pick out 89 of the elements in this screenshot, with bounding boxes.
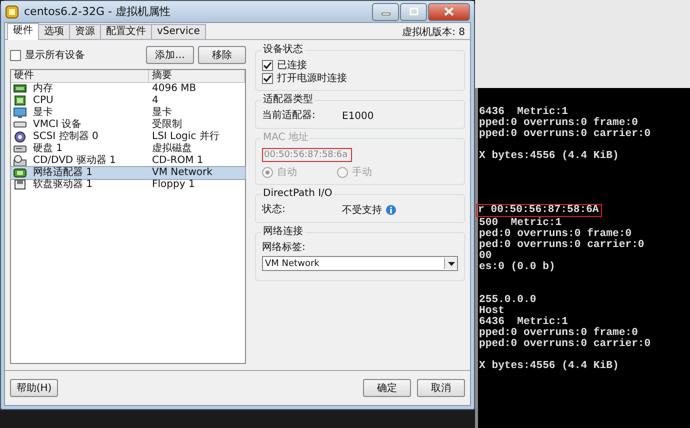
device-name: 网络适配器 1 <box>33 167 93 179</box>
table-row[interactable]: CPU 4 <box>11 95 245 107</box>
device-summary: Floppy 1 <box>151 179 196 191</box>
tab[interactable]: vService <box>151 24 206 39</box>
checkbox-label: 打开电源时连接 <box>277 72 347 85</box>
device-summary: 受限制 <box>151 119 183 131</box>
device-summary: CD-ROM 1 <box>151 155 204 167</box>
tab[interactable]: 资源 <box>69 24 101 39</box>
info-icon <box>386 205 396 215</box>
device-name: 硬盘 1 <box>33 143 63 155</box>
terminal-line: pped:0 overruns:0 carrier:0 <box>478 129 651 140</box>
terminal-line: 6436 Metric:1 <box>478 107 568 118</box>
chip-icon <box>13 95 27 107</box>
group-title: DirectPath I/O <box>261 188 334 200</box>
table-row[interactable]: SCSI 控制器 0 LSI Logic 并行 <box>11 131 245 143</box>
network-dropdown[interactable]: VM Network <box>262 256 458 271</box>
device-name: 软盘驱动器 1 <box>33 179 93 191</box>
disc-icon <box>13 131 27 143</box>
table-row[interactable]: 内存 4096 MB <box>11 83 245 95</box>
device-name: VMCI 设备 <box>33 119 82 130</box>
field-value: 不受支持 <box>342 204 382 216</box>
column-header[interactable]: 摘要 <box>149 70 245 82</box>
terminal-line: X bytes:4556 (4.4 KiB) <box>478 151 619 162</box>
table-row[interactable]: 网络适配器 1 VM Network <box>11 167 245 179</box>
table-row[interactable]: 软盘驱动器 1 Floppy 1 <box>11 179 245 191</box>
floppy-drive-icon <box>13 179 27 191</box>
maximize-button[interactable] <box>400 2 427 20</box>
terminal-line: pped:0 overruns:0 carrier:0 <box>478 339 651 350</box>
checkbox-label: 已连接 <box>277 59 307 72</box>
group-title: MAC 地址 <box>261 132 310 144</box>
radio-label: 自动 <box>277 166 297 179</box>
device-summary: VM Network <box>151 167 214 179</box>
device-summary: 4 <box>151 95 160 107</box>
remove-button[interactable]: 移除 <box>198 46 246 64</box>
close-icon <box>444 7 454 16</box>
terminal-line: pped:0 overruns:0 frame:0 <box>478 328 638 339</box>
dropdown-arrow-icon <box>448 262 454 266</box>
radio-label: 手动 <box>352 166 372 179</box>
device-summary: 虚拟磁盘 <box>151 143 193 155</box>
cancel-button[interactable]: 取消 <box>417 379 465 397</box>
minimize-button[interactable] <box>372 2 399 20</box>
group-title: 设备状态 <box>261 44 305 56</box>
monitor-icon <box>13 107 27 119</box>
terminal-line: 255.0.0.0 <box>478 295 536 306</box>
field-label: 当前适配器: <box>262 109 316 123</box>
field-label: 状态: <box>262 203 286 217</box>
tab[interactable]: 选项 <box>38 24 70 39</box>
ok-button[interactable]: 确定 <box>363 379 411 397</box>
terminal-line: ped:0 overruns:0 carrier:0 <box>478 240 644 251</box>
table-row[interactable]: 显卡 显卡 <box>11 107 245 119</box>
checkbox[interactable] <box>262 60 273 71</box>
checkbox[interactable] <box>10 50 21 60</box>
tab[interactable]: 硬件 <box>7 23 39 40</box>
device-name: 内存 <box>33 83 53 95</box>
terminal-line: X bytes:4556 (4.4 KiB) <box>478 361 619 372</box>
checkbox-label: 显示所有设备 <box>25 48 85 62</box>
device-summary: 4096 MB <box>151 83 198 95</box>
device-summary: 显卡 <box>151 107 173 118</box>
table-row[interactable]: 硬盘 1 虚拟磁盘 <box>11 143 245 155</box>
close-button[interactable] <box>428 2 470 20</box>
terminal-line: pped:0 overruns:0 frame:0 <box>478 118 638 129</box>
group-title: 网络连接 <box>261 226 305 238</box>
terminal-line: 00 <box>478 251 492 262</box>
add-button[interactable]: 添加... <box>146 46 194 64</box>
version-label: 虚拟机版本: 8 <box>402 26 466 39</box>
table-row[interactable]: VMCI 设备 受限制 <box>11 119 245 131</box>
tab[interactable]: 配置文件 <box>100 24 152 39</box>
help-button[interactable]: 帮助(H) <box>10 379 58 397</box>
maximize-icon <box>408 7 418 16</box>
device-name: CPU <box>33 95 54 106</box>
checkbox[interactable] <box>262 73 273 84</box>
window-title: centos6.2-32G - 虚拟机属性 <box>24 4 172 19</box>
app-icon <box>5 4 19 18</box>
field-value: E1000 <box>342 110 374 122</box>
terminal-line: ped:0 overruns:0 frame:0 <box>478 229 632 240</box>
field-label: 网络标签: <box>262 241 306 254</box>
network-card-icon <box>13 167 27 179</box>
device-name: SCSI 控制器 0 <box>33 131 98 143</box>
memory-icon <box>13 83 27 95</box>
device-name: CD/DVD 驱动器 1 <box>33 155 116 167</box>
terminal-line: es:0 (0.0 b) <box>478 262 556 273</box>
terminal-line: 500 Metric:1 <box>478 218 562 229</box>
drive-icon <box>13 143 27 155</box>
column-header[interactable]: 硬件 <box>11 70 149 82</box>
terminal-line: 6436 Metric:1 <box>478 317 568 328</box>
device-summary: LSI Logic 并行 <box>151 131 220 142</box>
terminal-line: Host <box>478 306 504 317</box>
group-title: 适配器类型 <box>261 94 315 106</box>
device-name: 显卡 <box>33 107 53 119</box>
